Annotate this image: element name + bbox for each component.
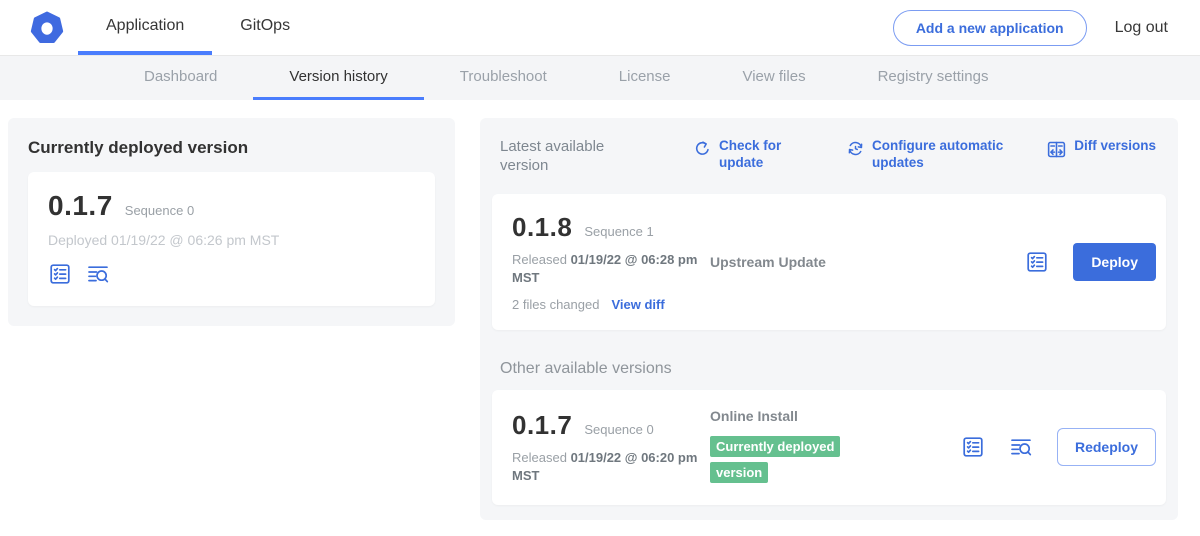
tab-gitops[interactable]: GitOps: [212, 0, 318, 55]
other-released-timestamp: Released 01/19/22 @ 06:20 pm MST: [512, 449, 710, 485]
other-version-number: 0.1.7: [512, 410, 572, 441]
diff-versions-button[interactable]: Diff versions: [1046, 138, 1156, 160]
main-content: Currently deployed version 0.1.7 Sequenc…: [0, 100, 1200, 520]
preflight-checklist-icon[interactable]: [48, 262, 72, 286]
deployed-timestamp: Deployed 01/19/22 @ 06:26 pm MST: [48, 232, 415, 248]
currently-deployed-badge-wrap: Currently deployed version: [710, 434, 870, 487]
subnav-tab-troubleshoot-label: Troubleshoot: [460, 68, 547, 85]
tab-gitops-label: GitOps: [240, 17, 290, 35]
subnav-tab-dashboard-label: Dashboard: [144, 68, 217, 85]
add-application-button[interactable]: Add a new application: [893, 10, 1087, 46]
other-actions: Redeploy: [961, 428, 1156, 466]
configure-updates-label: Configure automatic updates: [872, 138, 1020, 172]
deployed-sequence-label: Sequence 0: [125, 203, 194, 218]
subnav-tab-view-files[interactable]: View files: [706, 56, 841, 100]
released-label: Released: [512, 450, 567, 465]
diff-columns-icon: [1046, 139, 1067, 160]
subnav-tab-registry-settings[interactable]: Registry settings: [842, 56, 1025, 100]
logout-button[interactable]: Log out: [1115, 19, 1168, 37]
latest-version-number: 0.1.8: [512, 212, 572, 243]
view-logs-icon[interactable]: [1009, 435, 1033, 459]
app-subnav: Dashboard Version history Troubleshoot L…: [0, 56, 1200, 100]
subnav-tab-dashboard[interactable]: Dashboard: [108, 56, 253, 100]
top-header: Application GitOps Add a new application…: [0, 0, 1200, 56]
redeploy-button[interactable]: Redeploy: [1057, 428, 1156, 466]
available-panel-title: Latest available version: [500, 138, 638, 176]
released-label: Released: [512, 252, 567, 267]
deployed-version-card: 0.1.7 Sequence 0 Deployed 01/19/22 @ 06:…: [28, 172, 435, 306]
other-version-card: 0.1.7 Sequence 0 Released 01/19/22 @ 06:…: [492, 390, 1166, 505]
latest-actions: Deploy: [1025, 243, 1156, 281]
check-for-update-button[interactable]: Check for update: [693, 138, 791, 172]
deploy-button[interactable]: Deploy: [1073, 243, 1156, 281]
tab-application[interactable]: Application: [78, 0, 212, 55]
subnav-tab-version-history[interactable]: Version history: [253, 56, 423, 100]
other-sequence-label: Sequence 0: [584, 422, 653, 437]
subnav-tab-version-history-label: Version history: [289, 68, 387, 85]
latest-released-timestamp: Released 01/19/22 @ 06:28 pm MST: [512, 251, 710, 287]
currently-deployed-panel: Currently deployed version 0.1.7 Sequenc…: [8, 118, 455, 326]
view-diff-link[interactable]: View diff: [611, 297, 664, 312]
other-version-info: 0.1.7 Sequence 0 Released 01/19/22 @ 06:…: [512, 410, 710, 485]
deployed-panel-title: Currently deployed version: [28, 138, 435, 158]
configure-updates-button[interactable]: Configure automatic updates: [846, 138, 1020, 172]
available-versions-panel: Latest available version Check for updat…: [480, 118, 1178, 520]
preflight-checklist-icon[interactable]: [1025, 250, 1049, 274]
subnav-tab-license[interactable]: License: [583, 56, 707, 100]
diff-versions-label: Diff versions: [1074, 138, 1156, 155]
latest-version-info: 0.1.8 Sequence 1 Released 01/19/22 @ 06:…: [512, 212, 710, 312]
files-changed-label: 2 files changed: [512, 297, 599, 312]
app-logo[interactable]: [30, 11, 64, 45]
view-logs-icon[interactable]: [86, 262, 110, 286]
latest-files-row: 2 files changed View diff: [512, 297, 710, 312]
refresh-icon: [693, 139, 712, 158]
currently-deployed-badge: Currently deployed version: [710, 436, 840, 483]
latest-version-card: 0.1.8 Sequence 1 Released 01/19/22 @ 06:…: [492, 194, 1166, 330]
deployed-version-number: 0.1.7: [48, 190, 113, 222]
latest-source-column: Upstream Update: [710, 254, 910, 270]
header-tabs: Application GitOps: [78, 0, 318, 55]
preflight-checklist-icon[interactable]: [961, 435, 985, 459]
latest-source-label: Upstream Update: [710, 254, 910, 270]
subnav-tab-license-label: License: [619, 68, 671, 85]
subnav-tab-registry-settings-label: Registry settings: [878, 68, 989, 85]
subnav-tab-troubleshoot[interactable]: Troubleshoot: [424, 56, 583, 100]
clock-refresh-icon: [846, 139, 865, 158]
latest-sequence-label: Sequence 1: [584, 224, 653, 239]
app-logo-icon: [30, 11, 64, 45]
deployed-actions: [48, 262, 415, 286]
other-source-column: Online Install Currently deployed versio…: [710, 408, 910, 487]
other-versions-title: Other available versions: [500, 360, 1166, 378]
tab-application-label: Application: [106, 17, 184, 35]
other-source-label: Online Install: [710, 408, 910, 424]
available-header: Latest available version Check for updat…: [492, 138, 1166, 176]
subnav-tab-view-files-label: View files: [742, 68, 805, 85]
deployed-version-row: 0.1.7 Sequence 0: [48, 190, 415, 222]
check-for-update-label: Check for update: [719, 138, 791, 172]
